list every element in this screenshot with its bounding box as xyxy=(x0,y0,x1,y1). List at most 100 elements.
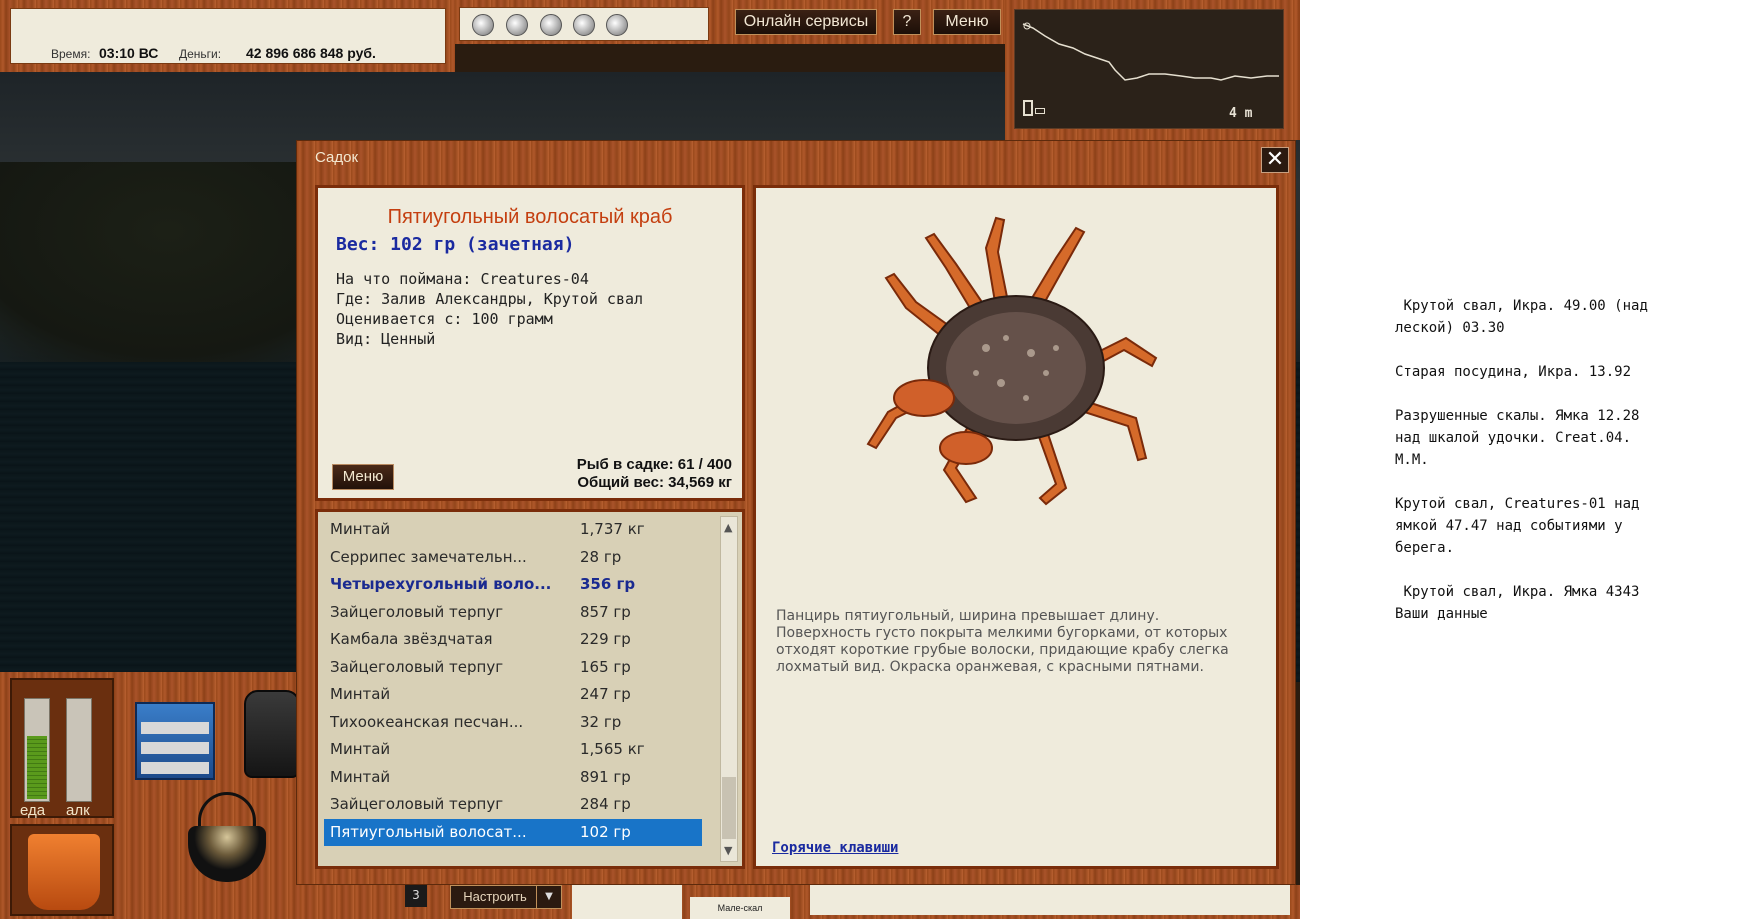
rated-from: Оценивается с: 100 грамм xyxy=(336,310,553,328)
list-item[interactable]: Пятиугольный волосат... 102 гр xyxy=(324,818,702,846)
catch-name: Зайцеголовый терпуг xyxy=(330,602,504,621)
catch-name: Четырехугольный воло... xyxy=(330,575,552,593)
catch-location: Где: Залив Александры, Крутой свал xyxy=(336,290,644,308)
food-label: еда xyxy=(20,802,46,819)
list-item[interactable]: Минтай 1,565 кг xyxy=(324,736,702,764)
notes-text: Крутой свал, Икра. 49.00 (над леской) 03… xyxy=(1395,298,1648,622)
signal-icon xyxy=(1035,108,1045,114)
catch-list: Минтай 1,737 кг Серрипес замечательн... 28 … xyxy=(315,509,745,869)
catch-name: Зайцеголовый терпуг xyxy=(330,657,504,676)
settings-button[interactable]: Настроить xyxy=(450,885,540,909)
catch-name: Минтай xyxy=(330,767,391,786)
depth-map[interactable]: 4 m xyxy=(1014,9,1284,129)
status-panel: Время: 03:10 ВС Деньги: 42 896 686 848 р… xyxy=(0,0,455,72)
close-button[interactable]: ✕ xyxy=(1261,147,1289,173)
caught-on: На что поймана: Creatures-04 xyxy=(336,270,589,288)
catch-name: Зайцеголовый терпуг xyxy=(330,795,504,813)
catch-weight: 1,565 кг xyxy=(580,740,645,758)
status-panel-inner: Время: 03:10 ВС Деньги: 42 896 686 848 р… xyxy=(10,8,446,64)
fish-info-panel: Пятиугольный волосатый краб Вес: 102 гр … xyxy=(315,185,745,501)
list-item[interactable]: Минтай 891 гр xyxy=(324,764,702,792)
list-item[interactable]: Минтай 1,737 кг xyxy=(324,516,702,544)
gauge-frame: еда алк xyxy=(10,678,114,819)
money-value: 42 896 686 848 руб. xyxy=(246,45,376,61)
tackle-box-icon[interactable] xyxy=(135,692,215,782)
bucket-icon[interactable] xyxy=(28,834,100,910)
catch-weight: 356 гр xyxy=(580,575,636,593)
catch-list-rows: Минтай 1,737 кг Серрипес замечательн... 28 … xyxy=(324,516,702,846)
catch-weight: 284 гр xyxy=(580,795,631,813)
catch-weight: 247 гр xyxy=(580,685,631,703)
scrollbar[interactable]: ▲ ▼ xyxy=(720,516,738,862)
catch-weight: 229 гр xyxy=(580,630,631,648)
rod-number: 3 xyxy=(405,885,427,907)
fish-description: Панцирь пятиугольный, ширина превышает д… xyxy=(776,608,1229,675)
bucket-frame xyxy=(10,824,114,916)
settings-dropdown-button[interactable]: ▼ xyxy=(536,885,562,909)
scroll-up-icon[interactable]: ▲ xyxy=(724,521,732,534)
help-button[interactable]: ? xyxy=(893,9,921,35)
bottom-field xyxy=(572,885,682,919)
alcohol-label: алк xyxy=(66,802,90,819)
game-window: Время: 03:10 ВС Деньги: 42 896 686 848 р… xyxy=(0,0,1300,919)
rod-indicators xyxy=(455,0,715,44)
catch-weight: 102 гр xyxy=(580,822,631,841)
food-gauge xyxy=(24,698,50,802)
list-item[interactable]: Зайцеголовый терпуг 165 гр xyxy=(324,654,702,682)
catch-name: Минтай xyxy=(330,740,391,758)
dialog-title: Садок xyxy=(315,149,359,166)
list-item[interactable]: Серрипес замечательн... 28 гр xyxy=(324,544,702,572)
catch-name: Серрипес замечательн... xyxy=(330,547,527,566)
description-panel: Панцирь пятиугольный, ширина превышает д… xyxy=(753,185,1279,869)
bottom-field-right xyxy=(810,885,1290,915)
catch-name: Минтай xyxy=(330,685,391,703)
time-value: 03:10 ВС xyxy=(99,45,159,61)
catch-name: Тихоокеанская песчан... xyxy=(330,712,524,731)
top-toolbar: Онлайн сервисы ? Меню xyxy=(715,0,1015,44)
catch-name: Пятиугольный волосат... xyxy=(330,822,527,841)
keepnet-menu-button[interactable]: Меню xyxy=(332,464,394,490)
catch-weight: 891 гр xyxy=(580,767,631,786)
list-item[interactable]: Тихоокеанская песчан... 32 гр xyxy=(324,709,702,737)
list-item[interactable]: Камбала звёздчатая 229 гр xyxy=(324,626,702,654)
keepnet-dialog: Садок ✕ Пятиугольный волосатый краб Вес:… xyxy=(296,140,1296,885)
bulb-icon[interactable] xyxy=(506,14,528,36)
fish-kind: Вид: Ценный xyxy=(336,330,436,348)
depth-map-panel: 4 m xyxy=(1005,0,1300,140)
fish-weight: Вес: 102 гр (зачетная) xyxy=(336,234,575,255)
backpack-icon[interactable] xyxy=(244,690,300,778)
catch-weight: 165 гр xyxy=(580,657,631,676)
money-label: Деньги: xyxy=(179,47,222,61)
fish-count: Рыб в садке: 61 / 400 xyxy=(576,456,732,473)
list-item[interactable]: Зайцеголовый терпуг 857 гр xyxy=(324,599,702,627)
hotkeys-link[interactable]: Горячие клавиши xyxy=(772,840,898,856)
catch-weight: 857 гр xyxy=(580,602,631,621)
catch-weight: 32 гр xyxy=(580,712,622,731)
inventory-panel: еда алк xyxy=(0,672,300,919)
small-scale-label: Мале-скал xyxy=(690,897,790,919)
bulb-icon[interactable] xyxy=(472,14,494,36)
scroll-thumb[interactable] xyxy=(722,777,736,839)
time-label: Время: xyxy=(51,47,91,61)
list-item[interactable]: Минтай 247 гр xyxy=(324,681,702,709)
total-weight: Общий вес: 34,569 кг xyxy=(577,474,732,491)
catch-weight: 28 гр xyxy=(580,547,622,566)
battery-icon xyxy=(1023,100,1033,116)
catch-name: Камбала звёздчатая xyxy=(330,630,493,648)
cauldron-icon[interactable] xyxy=(188,792,266,884)
bulb-icon[interactable] xyxy=(606,14,628,36)
bulb-icon[interactable] xyxy=(540,14,562,36)
online-services-button[interactable]: Онлайн сервисы xyxy=(735,9,877,35)
scroll-down-icon[interactable]: ▼ xyxy=(724,844,732,857)
menu-button[interactable]: Меню xyxy=(933,9,1001,35)
alcohol-gauge xyxy=(66,698,92,802)
bottom-toolbar: 3 Настроить ▼ Мале-скал xyxy=(300,885,1300,919)
list-item[interactable]: Четырехугольный воло... 356 гр xyxy=(324,571,702,599)
crab-image xyxy=(866,216,1158,506)
list-item[interactable]: Зайцеголовый терпуг 284 гр xyxy=(324,791,702,819)
catch-name: Минтай xyxy=(330,520,391,538)
bulb-icon[interactable] xyxy=(573,14,595,36)
depth-readout: 4 m xyxy=(1229,106,1253,121)
fish-name: Пятиугольный волосатый краб xyxy=(387,206,673,228)
catch-weight: 1,737 кг xyxy=(580,520,645,538)
